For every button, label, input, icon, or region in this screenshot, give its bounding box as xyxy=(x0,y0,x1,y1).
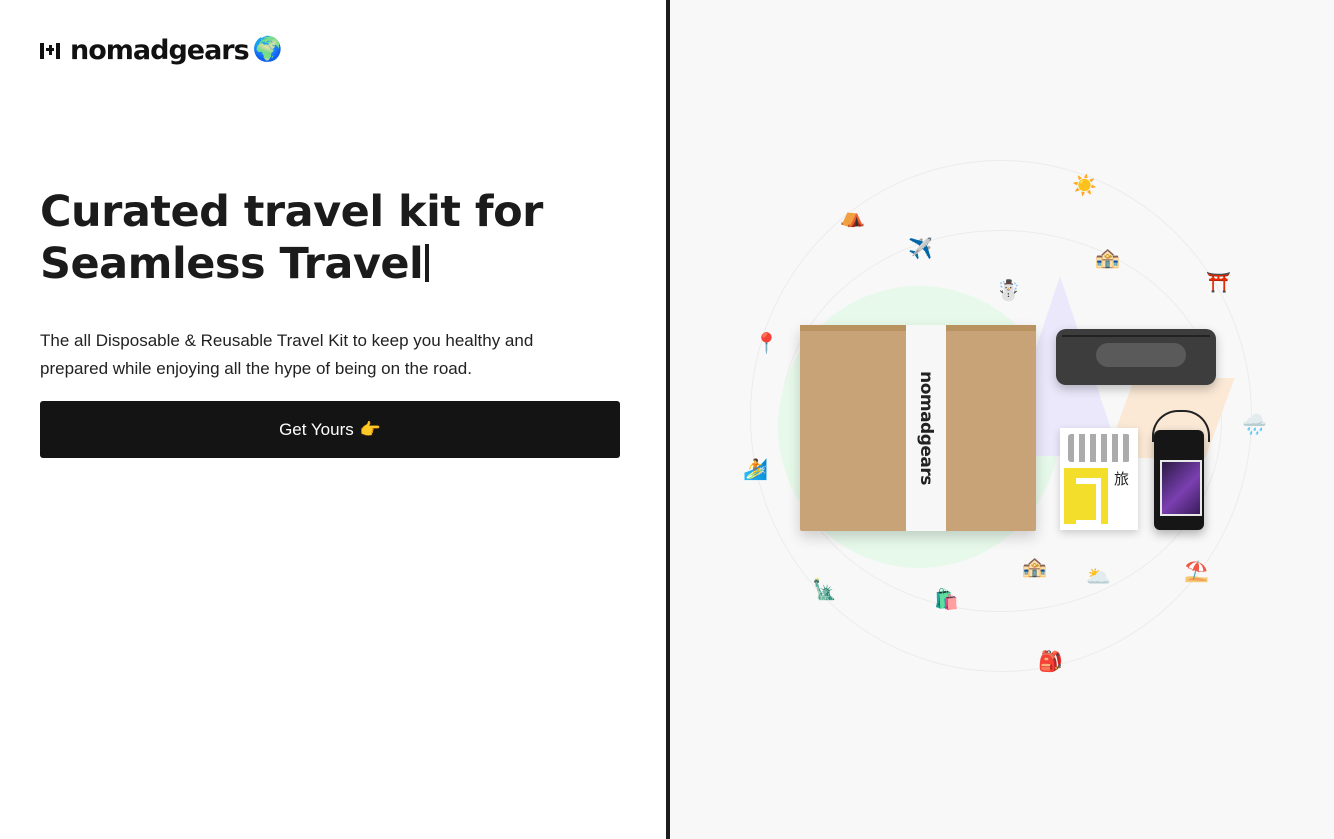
pads-pack-image: 旅 xyxy=(1060,428,1138,530)
get-yours-button[interactable]: Get Yours 👉 xyxy=(40,401,620,458)
statue-of-liberty-icon: 🗽 xyxy=(812,579,837,601)
get-yours-label: Get Yours xyxy=(279,419,354,439)
airplane-icon: ✈️ xyxy=(908,238,933,260)
box-tape: nomadgears xyxy=(906,325,946,531)
toiletry-pouch-image xyxy=(1056,329,1216,385)
pads-five-graphic xyxy=(1064,468,1108,525)
pads-pattern xyxy=(1068,434,1130,462)
brand-logo[interactable]: nomadgears 🌍 xyxy=(40,32,283,68)
hero-title-line2-wrap: Seamless Travel xyxy=(40,238,640,290)
beach-umbrella-icon: ⛱️ xyxy=(1184,561,1209,583)
pin-icon: 📍 xyxy=(754,333,779,355)
tent-icon: ⛺ xyxy=(840,206,865,228)
hero-title-line1: Curated travel kit for xyxy=(40,187,543,237)
hero-illustration: nomadgears 旅 ☀️ ⛺ ✈️ 🏤 ⛩️ ☃️ 📍 🌧️ 🏄 🗽 🛍️… xyxy=(670,0,1334,839)
left-panel: nomadgears 🌍 Curated travel kit for Seam… xyxy=(0,0,666,839)
surfer-icon: 🏄 xyxy=(743,459,768,481)
cloud-sun-icon: 🌥️ xyxy=(1086,566,1111,588)
pointing-hand-icon: 👉 xyxy=(359,419,381,439)
pouch-zipper xyxy=(1062,335,1210,337)
logo-mark-icon xyxy=(40,41,62,59)
waterproof-phone-case-image xyxy=(1154,430,1204,530)
sun-icon: ☀️ xyxy=(1072,175,1097,197)
phone-screen xyxy=(1160,460,1202,516)
hero-title: Curated travel kit for Seamless Travel xyxy=(40,186,640,290)
backpack-icon: 🎒 xyxy=(1038,651,1063,673)
pads-kanji: 旅 xyxy=(1114,471,1130,488)
shopping-bags-icon: 🛍️ xyxy=(934,589,959,611)
rain-cloud-icon: 🌧️ xyxy=(1242,414,1267,436)
kit-box-image: nomadgears xyxy=(800,325,1036,531)
illustration-scene: nomadgears 旅 ☀️ ⛺ ✈️ 🏤 ⛩️ ☃️ 📍 🌧️ 🏄 🗽 🛍️… xyxy=(670,0,1334,839)
hero-title-line2: Seamless Travel xyxy=(40,239,424,289)
torii-icon: ⛩️ xyxy=(1206,272,1231,294)
building-icon: 🏤 xyxy=(1095,247,1120,269)
hero-description: The all Disposable & Reusable Travel Kit… xyxy=(40,331,534,378)
snowman-icon: ☃️ xyxy=(996,280,1021,302)
building-icon-2: 🏤 xyxy=(1022,556,1047,578)
box-tape-text: nomadgears xyxy=(916,371,936,485)
typing-cursor xyxy=(425,244,430,282)
brand-name: nomadgears xyxy=(70,34,250,66)
globe-icon: 🌍 xyxy=(252,36,283,63)
pouch-contents xyxy=(1096,343,1186,367)
